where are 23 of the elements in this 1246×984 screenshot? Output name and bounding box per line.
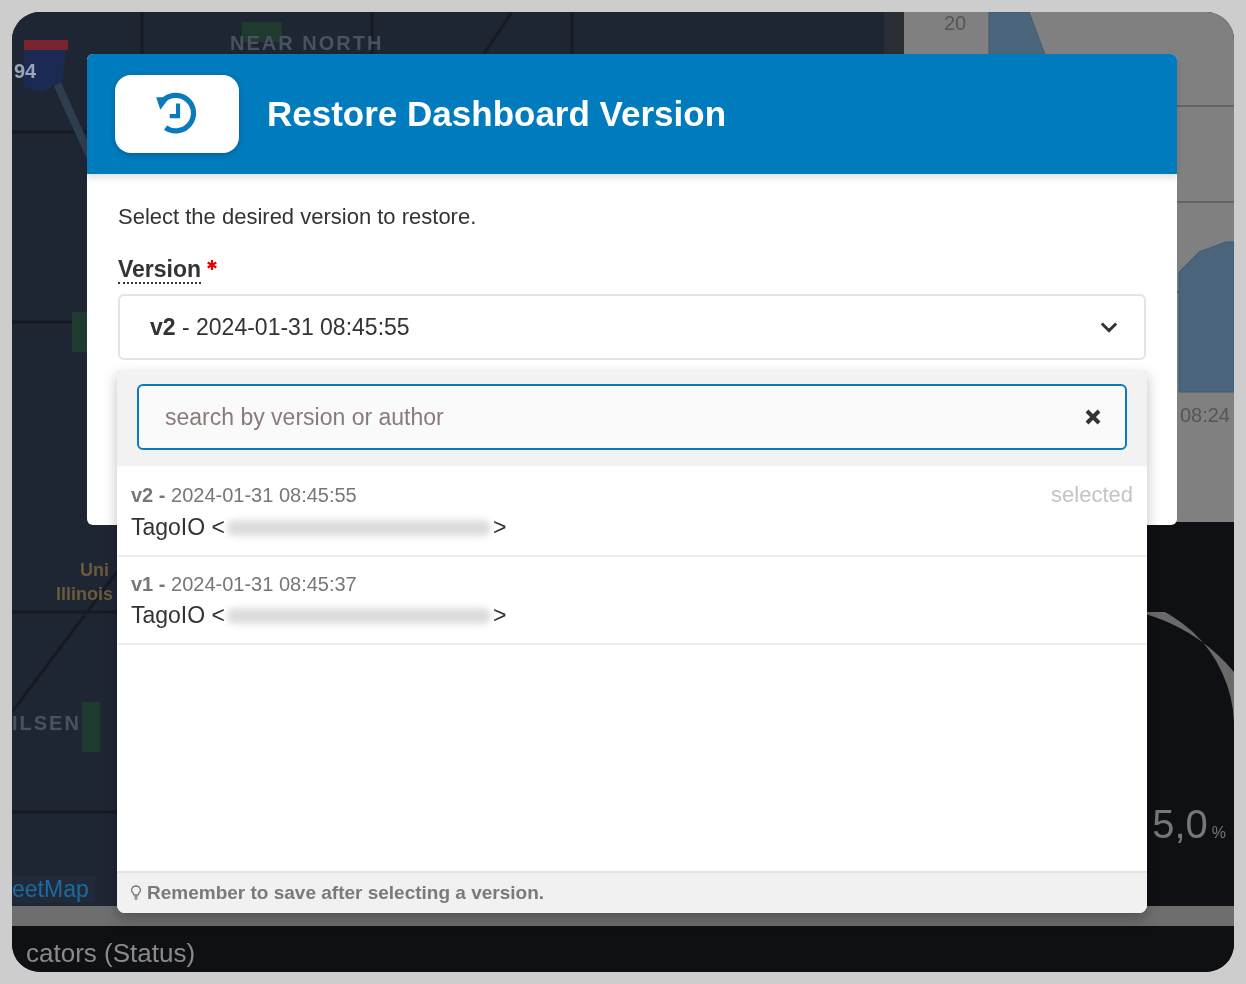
map-label: Uni: [80, 560, 109, 581]
author-name: TagoIO <: [131, 514, 225, 541]
dialog-title: Restore Dashboard Version: [267, 94, 727, 134]
selected-label: selected: [1051, 482, 1133, 508]
field-label: Version: [118, 256, 202, 284]
version-heading: v2 - 2024-01-31 08:45:55: [131, 484, 357, 507]
hint-text: Remember to save after selecting a version.: [147, 882, 545, 904]
instruction-text: Select the desired version to restore.: [118, 204, 478, 230]
clear-icon[interactable]: [1085, 409, 1101, 425]
version-heading: v1 - 2024-01-31 08:45:37: [131, 573, 357, 596]
author-name-end: >: [493, 602, 507, 629]
version-option[interactable]: v2 - 2024-01-31 08:45:55 selected TagoIO < >: [117, 466, 1147, 557]
lightbulb-icon: [131, 885, 141, 901]
author-name: TagoIO <: [131, 602, 225, 629]
search-field[interactable]: search by version or author: [137, 384, 1127, 450]
version-select[interactable]: v2 - 2024-01-31 08:45:55: [118, 294, 1146, 360]
author-name-end: >: [493, 514, 507, 541]
map-label: 94: [14, 60, 37, 83]
map-label: Illinois: [56, 584, 113, 605]
version-option[interactable]: v1 - 2024-01-31 08:45:37 TagoIO < >: [117, 557, 1147, 645]
widget-title: cators (Status): [26, 938, 196, 968]
gauge-value: 5,0: [1152, 802, 1208, 847]
gauge-unit: %: [1211, 824, 1226, 842]
